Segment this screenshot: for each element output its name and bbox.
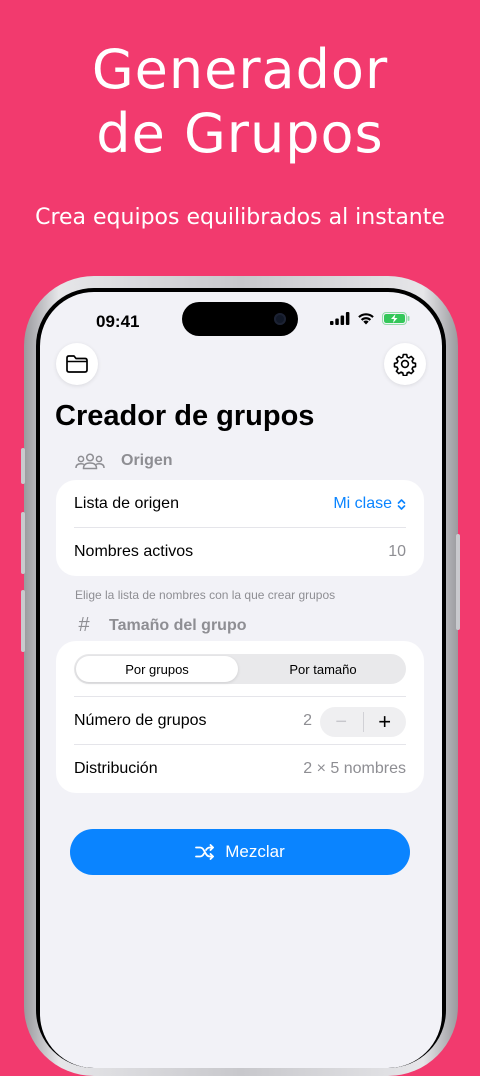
mode-segment-row: Por grupos Por tamaño [56,641,424,697]
hero-title-line-2: de Grupos [96,102,384,165]
shuffle-icon [195,844,215,860]
origin-section-title: Origen [121,452,173,469]
shuffle-label: Mezclar [225,842,285,861]
size-section-title: Tamaño del grupo [109,616,247,634]
distribution-value: 2 × 5 nombres [303,760,406,777]
page-title: Creador de grupos [55,400,315,432]
source-list-label: Lista de origen [74,495,179,512]
hero-title: Generador de Grupos [0,38,480,166]
lists-button[interactable] [56,343,98,385]
decrement-button[interactable]: − [320,707,363,737]
source-list-picker[interactable]: Mi clase [333,495,406,513]
chevron-up-down-icon [397,498,406,510]
people-icon [75,453,105,470]
phone-action-button [21,448,25,484]
group-count-label: Número de grupos [74,712,207,729]
origin-section-header: Origen [75,452,173,470]
hero-title-line-1: Generador [91,38,389,101]
group-count-row: Número de grupos 2 − + [56,697,424,745]
increment-button[interactable]: + [363,707,406,737]
distribution-row: Distribución 2 × 5 nombres [56,745,424,793]
gear-icon [393,353,417,376]
source-list-row[interactable]: Lista de origen Mi clase [56,480,424,528]
phone-volume-up-button [21,512,25,574]
group-count-stepper: − + [320,707,406,737]
battery-charging-icon [382,312,410,325]
status-time: 09:41 [96,312,140,331]
phone-screen: 09:41 Creador de grupos Origen Lista de … [36,288,446,1068]
origin-footnote: Elige la lista de nombres con la que cre… [75,588,336,602]
active-names-label: Nombres activos [74,543,194,560]
dynamic-island [182,302,298,336]
wifi-icon [358,313,374,325]
folder-icon [66,355,88,373]
origin-card: Lista de origen Mi clase Nombres activos… [56,480,424,576]
mode-segmented-control: Por grupos Por tamaño [74,654,406,684]
distribution-label: Distribución [74,760,158,777]
size-card: Por grupos Por tamaño Número de grupos 2… [56,641,424,793]
active-names-row: Nombres activos 10 [56,528,424,576]
shuffle-button[interactable]: Mezclar [70,829,410,875]
active-names-value: 10 [388,543,406,560]
phone-power-button [456,534,460,630]
signal-icon [330,312,350,325]
size-section-header: # Tamaño del grupo [75,614,246,637]
camera-icon [274,313,286,325]
hash-icon: # [78,614,90,636]
phone-volume-down-button [21,590,25,652]
segment-by-size[interactable]: Por tamaño [242,656,404,682]
status-icons [330,312,410,325]
group-count-value: 2 [303,712,312,729]
settings-button[interactable] [384,343,426,385]
hero-subtitle: Crea equipos equilibrados al instante [35,205,445,230]
app-screen: 09:41 Creador de grupos Origen Lista de … [40,292,442,1068]
source-list-value: Mi clase [333,495,392,512]
segment-by-groups[interactable]: Por grupos [76,656,238,682]
